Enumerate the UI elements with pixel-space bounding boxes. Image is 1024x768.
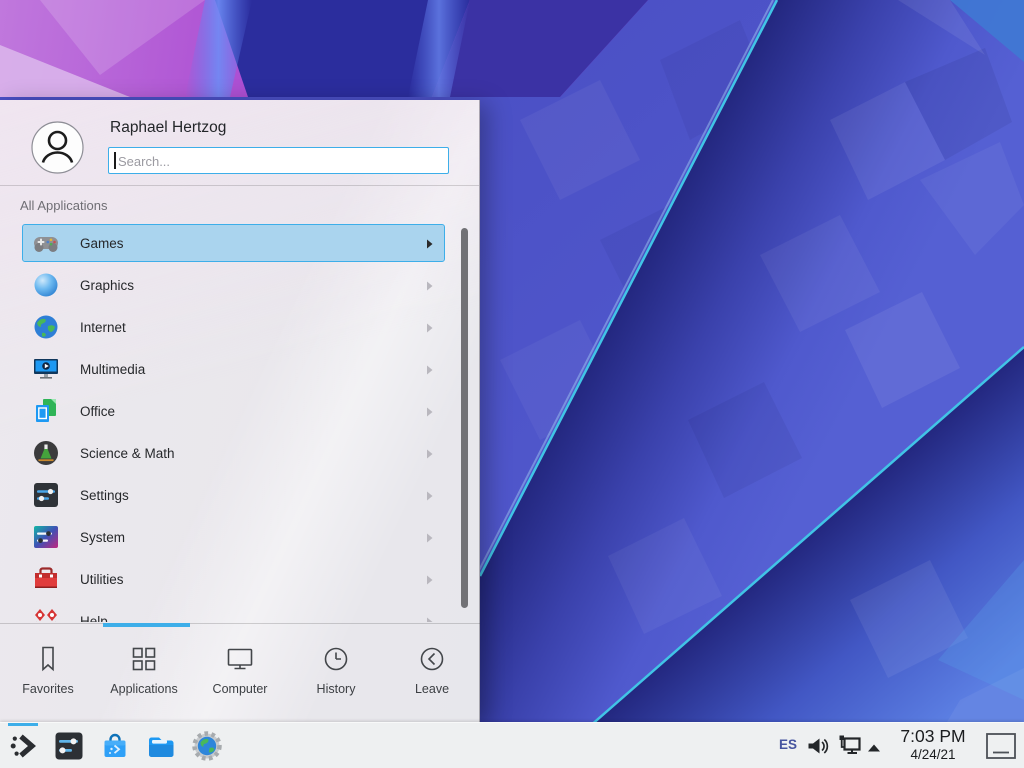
system-icon (32, 523, 60, 551)
science-icon (32, 439, 60, 467)
submenu-arrow-icon (426, 491, 433, 501)
folder-icon (145, 730, 177, 762)
category-item-games[interactable]: Games (22, 224, 445, 262)
category-label: System (80, 530, 125, 545)
submenu-arrow-icon (426, 323, 433, 333)
category-item-settings[interactable]: Settings (22, 476, 445, 514)
file-manager-button[interactable] (145, 730, 177, 762)
section-label: All Applications (20, 198, 107, 213)
category-item-science-math[interactable]: Science & Math (22, 434, 445, 472)
category-label: Office (80, 404, 115, 419)
discover-button[interactable] (99, 730, 131, 762)
settings-icon (32, 481, 60, 509)
category-item-graphics[interactable]: Graphics (22, 266, 445, 304)
application-launcher-popup: Raphael Hertzog All Applications (0, 100, 480, 722)
keyboard-layout-indicator[interactable]: ES (779, 737, 797, 752)
scrollbar-thumb[interactable] (461, 228, 468, 608)
submenu-arrow-icon (426, 449, 433, 459)
category-label: Science & Math (80, 446, 175, 461)
tab-favorites[interactable]: Favorites (0, 624, 96, 722)
active-app-indicator (8, 723, 38, 726)
system-settings-icon (53, 730, 85, 762)
office-icon (32, 397, 60, 425)
tab-history[interactable]: History (288, 624, 384, 722)
taskbar-panel: ES 7:03 PM 4/24/21 (0, 722, 1024, 768)
search-box[interactable] (108, 147, 449, 174)
show-desktop-icon (985, 732, 1017, 760)
category-item-internet[interactable]: Internet (22, 308, 445, 346)
category-item-office[interactable]: Office (22, 392, 445, 430)
show-desktop-button[interactable] (985, 732, 1017, 765)
multimedia-icon (32, 355, 60, 383)
category-label: Multimedia (80, 362, 145, 377)
utilities-icon (32, 565, 60, 593)
submenu-arrow-icon (426, 575, 433, 585)
submenu-arrow-icon (426, 281, 433, 291)
clock-date: 4/24/21 (886, 747, 980, 763)
help-icon (32, 607, 60, 622)
category-label: Games (80, 236, 124, 251)
computer-icon (225, 644, 255, 674)
tab-applications[interactable]: Applications (96, 624, 192, 722)
launcher-tab-bar: Favorites Applications Computer (0, 623, 480, 722)
tab-computer[interactable]: Computer (192, 624, 288, 722)
tab-label: Favorites (22, 682, 73, 696)
expand-tray-icon[interactable] (866, 740, 882, 758)
user-avatar[interactable] (31, 121, 84, 174)
games-icon (32, 229, 60, 257)
category-label: Graphics (80, 278, 134, 293)
tab-label: History (317, 682, 356, 696)
category-label: Utilities (80, 572, 124, 587)
category-item-help[interactable]: Help (22, 602, 445, 622)
category-label: Settings (80, 488, 129, 503)
system-settings-button[interactable] (53, 730, 85, 762)
discover-icon (99, 730, 131, 762)
tab-label: Computer (213, 682, 268, 696)
history-icon (321, 644, 351, 674)
active-tab-indicator (103, 623, 190, 627)
kde-launcher-icon (8, 730, 40, 762)
network-icon[interactable] (836, 733, 862, 764)
leave-icon (417, 644, 447, 674)
category-list: Games Graphics (0, 224, 456, 622)
web-browser-icon (191, 730, 223, 762)
graphics-icon (32, 271, 60, 299)
submenu-arrow-icon (426, 407, 433, 417)
digital-clock[interactable]: 7:03 PM 4/24/21 (886, 726, 980, 763)
clock-time: 7:03 PM (886, 726, 980, 747)
submenu-arrow-icon (426, 365, 433, 375)
app-launcher-button[interactable] (8, 730, 40, 762)
submenu-arrow-icon (426, 239, 433, 249)
launcher-header: Raphael Hertzog (0, 100, 479, 186)
submenu-arrow-icon (426, 617, 433, 622)
tab-label: Leave (415, 682, 449, 696)
volume-icon[interactable] (806, 734, 830, 763)
category-label: Internet (80, 320, 126, 335)
category-item-system[interactable]: System (22, 518, 445, 556)
category-label: Help (80, 614, 108, 623)
favorites-icon (33, 644, 63, 674)
tab-leave[interactable]: Leave (384, 624, 480, 722)
applications-icon (129, 644, 159, 674)
category-item-multimedia[interactable]: Multimedia (22, 350, 445, 388)
web-browser-button[interactable] (191, 730, 223, 762)
category-item-utilities[interactable]: Utilities (22, 560, 445, 598)
submenu-arrow-icon (426, 533, 433, 543)
desktop: Raphael Hertzog All Applications (0, 0, 1024, 768)
internet-icon (32, 313, 60, 341)
tab-label: Applications (110, 682, 177, 696)
user-name: Raphael Hertzog (110, 119, 226, 137)
search-input[interactable] (116, 149, 440, 174)
